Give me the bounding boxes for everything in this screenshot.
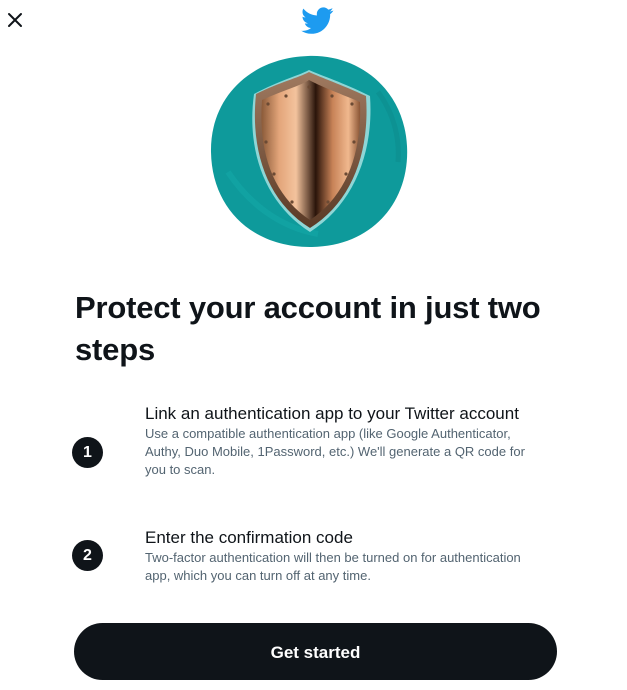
step-title: Enter the confirmation code bbox=[145, 528, 353, 547]
shield-icon bbox=[210, 55, 408, 248]
step-text: Enter the confirmation code Two-factor a… bbox=[145, 527, 525, 585]
step-text: Link an authentication app to your Twitt… bbox=[145, 403, 525, 479]
step-number-badge: 1 bbox=[72, 437, 103, 468]
get-started-button[interactable]: Get started bbox=[74, 623, 557, 680]
step-description: Use a compatible authentication app (lik… bbox=[145, 426, 525, 477]
security-illustration bbox=[208, 52, 410, 250]
step-title: Link an authentication app to your Twitt… bbox=[145, 404, 519, 423]
close-icon bbox=[8, 13, 22, 27]
twitter-bird-icon bbox=[301, 7, 334, 34]
page-title: Protect your account in just two steps bbox=[75, 290, 541, 367]
close-button[interactable] bbox=[4, 9, 26, 31]
twitter-logo bbox=[301, 7, 334, 35]
step-number-badge: 2 bbox=[72, 540, 103, 571]
step-description: Two-factor authentication will then be t… bbox=[145, 550, 521, 583]
